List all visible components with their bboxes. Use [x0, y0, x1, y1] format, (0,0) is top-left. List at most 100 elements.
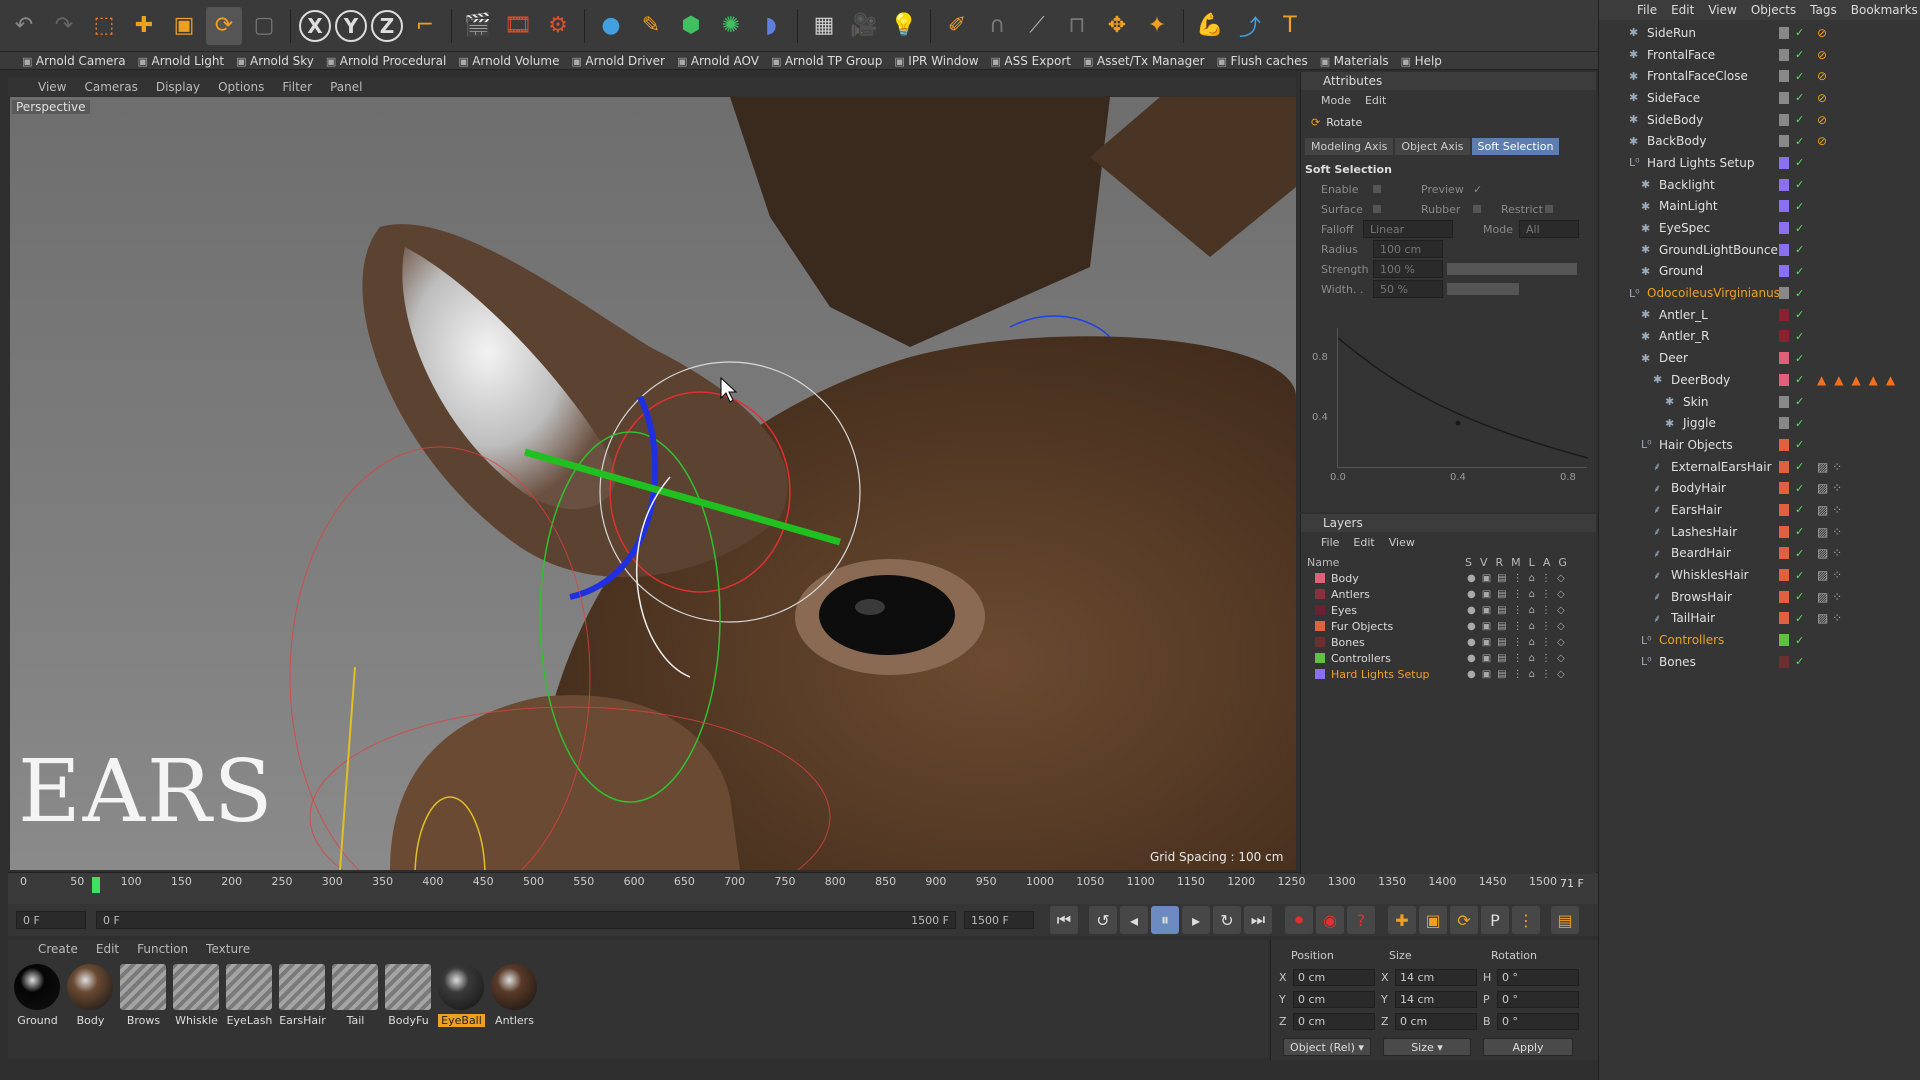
object-row[interactable]: L⁰ Hair Objects ✓	[1599, 434, 1920, 456]
material-swatch[interactable]: Ground	[14, 964, 61, 1052]
spline-pen-icon[interactable]: ✎	[633, 7, 669, 45]
floor-object-icon[interactable]: ▦	[806, 7, 842, 45]
coordinate-mode-dropdown[interactable]: Object (Rel) ▾	[1283, 1038, 1371, 1056]
arnold-toolbar-item[interactable]: ASS Export	[991, 54, 1071, 68]
go-to-start-icon[interactable]: ⏮	[1050, 906, 1078, 934]
layer-color-swatch[interactable]	[1779, 330, 1789, 343]
size-field[interactable]: 0 cm	[1395, 1012, 1477, 1030]
viewport-menu-item[interactable]: Cameras	[84, 80, 137, 94]
surface-checkbox[interactable]	[1373, 205, 1381, 213]
visibility-check-icon[interactable]: ✓	[1795, 352, 1804, 365]
object-row[interactable]: ✱ SideFace ✓ ⊘	[1599, 87, 1920, 109]
ik-tool-icon[interactable]: ⤴	[1232, 7, 1268, 45]
visibility-check-icon[interactable]: ✓	[1795, 156, 1804, 169]
visibility-check-icon[interactable]: ✓	[1795, 91, 1804, 104]
live-selection-icon[interactable]: ⬚	[86, 7, 122, 45]
end-frame-field[interactable]: 1500 F	[964, 911, 1034, 929]
layer-color-swatch[interactable]	[1315, 653, 1325, 663]
go-to-end-icon[interactable]: ⏭	[1244, 906, 1272, 934]
hair-material-tag-icon[interactable]: ▨ ⁘	[1817, 611, 1842, 625]
key-point-level-icon[interactable]: ⋮	[1512, 906, 1540, 934]
autokeying-icon[interactable]: ◉	[1316, 906, 1344, 934]
layer-toggle-icons[interactable]: ●▣▤⋮⌂⋮◇	[1467, 653, 1571, 664]
layer-color-swatch[interactable]	[1779, 243, 1789, 256]
timeline-window-icon[interactable]: ▤	[1551, 906, 1579, 934]
arnold-toolbar-item[interactable]: IPR Window	[894, 54, 978, 68]
layer-color-swatch[interactable]	[1779, 417, 1789, 430]
extrude-tool-icon[interactable]: ✥	[1099, 7, 1135, 45]
object-row[interactable]: ✱ EyeSpec ✓	[1599, 217, 1920, 239]
layer-row[interactable]: Antlers ●▣▤⋮⌂⋮◇	[1301, 586, 1596, 602]
x-axis-lock-button[interactable]: X	[299, 9, 331, 42]
strength-field[interactable]: 100 %	[1373, 260, 1443, 278]
coordinate-system-icon[interactable]: ⌐	[407, 7, 443, 45]
visibility-check-icon[interactable]: ✓	[1795, 135, 1804, 148]
material-menu-item[interactable]: Function	[137, 942, 188, 956]
object-row[interactable]: ✱ DeerBody ✓ ▲▲▲▲▲	[1599, 369, 1920, 391]
arnold-toolbar-item[interactable]: Flush caches	[1217, 54, 1307, 68]
position-field[interactable]: 0 cm	[1293, 968, 1375, 986]
preview-checkbox[interactable]: ✓	[1473, 183, 1482, 196]
object-row[interactable]: ⸙ BodyHair ✓ ▨ ⁘	[1599, 477, 1920, 499]
layer-color-swatch[interactable]	[1779, 482, 1789, 495]
layer-color-swatch[interactable]	[1315, 605, 1325, 615]
layer-color-swatch[interactable]	[1779, 200, 1789, 213]
viewport-menu-item[interactable]: Display	[156, 80, 200, 94]
object-row[interactable]: ✱ Skin ✓	[1599, 391, 1920, 413]
visibility-check-icon[interactable]: ✓	[1795, 655, 1804, 668]
z-axis-lock-button[interactable]: Z	[371, 9, 403, 42]
layer-color-swatch[interactable]	[1315, 669, 1325, 679]
bridge-tool-icon[interactable]: ⊓	[1059, 7, 1095, 45]
layer-color-swatch[interactable]	[1779, 70, 1789, 83]
object-row[interactable]: ✱ SideBody ✓ ⊘	[1599, 109, 1920, 131]
object-row[interactable]: L⁰ Hard Lights Setup ✓	[1599, 152, 1920, 174]
object-row[interactable]: ⸙ EarsHair ✓ ▨ ⁘	[1599, 499, 1920, 521]
key-position-icon[interactable]: ✚	[1388, 906, 1416, 934]
material-menu-item[interactable]: Texture	[206, 942, 250, 956]
hair-material-tag-icon[interactable]: ▨ ⁘	[1817, 503, 1842, 517]
visibility-check-icon[interactable]: ✓	[1795, 590, 1804, 603]
object-row[interactable]: ⸙ ExternalEarsHair ✓ ▨ ⁘	[1599, 456, 1920, 478]
arnold-toolbar-item[interactable]: Materials	[1320, 54, 1389, 68]
layer-color-swatch[interactable]	[1779, 634, 1789, 647]
rotation-field[interactable]: 0 °	[1497, 1012, 1579, 1030]
record-active-objects-icon[interactable]: ⏺	[1285, 906, 1313, 934]
visibility-check-icon[interactable]: ✓	[1795, 569, 1804, 582]
visibility-check-icon[interactable]: ✓	[1795, 287, 1804, 300]
character-arm-icon[interactable]: 💪	[1192, 7, 1228, 45]
layer-toggle-icons[interactable]: ●▣▤⋮⌂⋮◇	[1467, 573, 1571, 584]
enable-checkbox[interactable]	[1373, 185, 1381, 193]
object-row[interactable]: L⁰ OdocoileusVirginianus ✓	[1599, 282, 1920, 304]
redo-icon[interactable]: ↷	[46, 7, 82, 45]
layer-color-swatch[interactable]	[1315, 621, 1325, 631]
object-row[interactable]: L⁰ Controllers ✓	[1599, 629, 1920, 651]
layer-color-swatch[interactable]	[1315, 589, 1325, 599]
arnold-toolbar-item[interactable]: Arnold Procedural	[326, 54, 447, 68]
knife-tool-icon[interactable]: ⟋	[1019, 7, 1055, 45]
object-row[interactable]: ✱ FrontalFaceClose ✓ ⊘	[1599, 65, 1920, 87]
visibility-check-icon[interactable]: ✓	[1795, 373, 1804, 386]
object-row[interactable]: ⸙ BrowsHair ✓ ▨ ⁘	[1599, 586, 1920, 608]
falloff-dropdown[interactable]: Linear	[1363, 220, 1453, 238]
render-to-picture-viewer-icon[interactable]: 🎞	[500, 7, 536, 45]
layer-color-swatch[interactable]	[1779, 395, 1789, 408]
arnold-toolbar-item[interactable]: Arnold Driver	[571, 54, 665, 68]
material-swatch[interactable]: EyeLash	[226, 964, 273, 1052]
visibility-check-icon[interactable]: ✓	[1795, 417, 1804, 430]
edit-menu[interactable]: Edit	[1365, 94, 1386, 107]
visibility-check-icon[interactable]: ✓	[1795, 503, 1804, 516]
layer-color-swatch[interactable]	[1779, 547, 1789, 560]
layer-row[interactable]: Bones ●▣▤⋮⌂⋮◇	[1301, 634, 1596, 650]
mode-dropdown[interactable]: All	[1519, 220, 1579, 238]
viewport-menu-item[interactable]: Options	[218, 80, 264, 94]
tab-object-axis[interactable]: Object Axis	[1395, 138, 1470, 155]
light-object-icon[interactable]: 💡	[886, 7, 922, 45]
restrict-checkbox[interactable]	[1545, 205, 1553, 213]
arnold-toolbar-item[interactable]: Arnold Sky	[236, 54, 314, 68]
layer-row[interactable]: Fur Objects ●▣▤⋮⌂⋮◇	[1301, 618, 1596, 634]
size-field[interactable]: 14 cm	[1395, 968, 1477, 986]
material-swatch[interactable]: BodyFu	[385, 964, 432, 1052]
material-swatch[interactable]: EyeBall	[438, 964, 485, 1052]
material-swatch[interactable]: Brows	[120, 964, 167, 1052]
viewport-menu-item[interactable]: Panel	[330, 80, 362, 94]
